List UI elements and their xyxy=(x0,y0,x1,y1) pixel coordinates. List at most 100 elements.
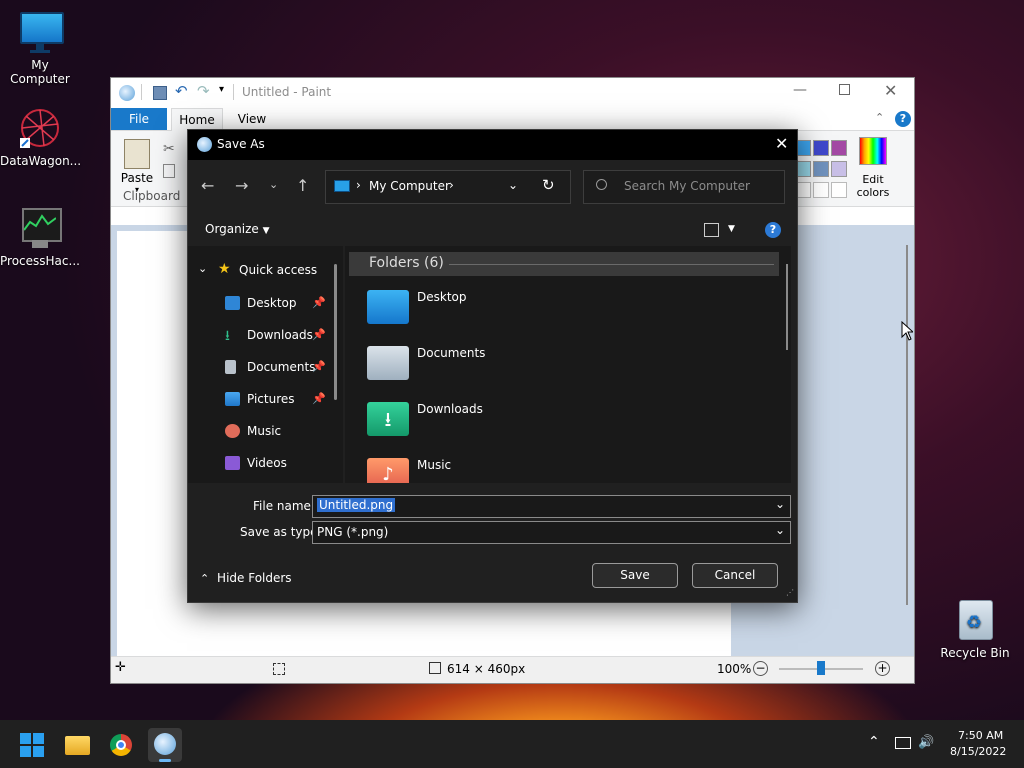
color-swatch[interactable] xyxy=(813,140,829,156)
nav-quick-access[interactable]: ⌄ ★ Quick access xyxy=(188,260,338,282)
tab-view[interactable]: View xyxy=(229,108,275,130)
pin-icon: 📌 xyxy=(312,328,326,341)
save-as-dialog: Save As ✕ ← → ⌄ ↑ › My Computer › ⌄ ↻ Se… xyxy=(187,129,798,603)
mouse-cursor-icon xyxy=(901,321,913,341)
resize-grip-icon[interactable]: ⋰ xyxy=(786,588,794,597)
paint-statusbar: ✛ 614 × 460px 100% − + xyxy=(111,656,914,683)
monitor-icon xyxy=(18,10,64,54)
start-button[interactable] xyxy=(16,728,50,762)
chevron-down-icon[interactable]: ⌄ xyxy=(775,523,785,537)
desktop-icon-datawagon[interactable]: DataWagon... xyxy=(0,106,81,168)
close-button[interactable]: ✕ xyxy=(884,81,897,100)
star-icon: ★ xyxy=(218,261,231,277)
organize-button[interactable]: Organize ▼ xyxy=(205,222,270,236)
nav-item-downloads[interactable]: ⭳ Downloads 📌 xyxy=(188,324,328,348)
save-icon[interactable] xyxy=(153,86,167,100)
nav-item-desktop[interactable]: Desktop 📌 xyxy=(188,292,328,316)
music-folder-icon: ♪ xyxy=(367,458,409,483)
desktop-icon-label: My Computer xyxy=(10,58,70,86)
clock-time[interactable]: 7:50 AM xyxy=(958,729,1003,742)
volume-icon[interactable]: 🔊 xyxy=(918,735,934,750)
minimize-button[interactable]: — xyxy=(793,82,807,98)
cancel-button[interactable]: Cancel xyxy=(692,563,778,588)
zoom-in-button[interactable]: + xyxy=(875,661,890,676)
show-hidden-icons-icon[interactable]: ⌃ xyxy=(868,734,880,750)
refresh-icon[interactable]: ↻ xyxy=(542,176,555,194)
folders-group-header[interactable]: Folders (6) xyxy=(349,252,779,276)
folder-downloads[interactable]: ⭳ Downloads xyxy=(367,402,667,450)
desktop-icon-recycle-bin[interactable]: ♻ Recycle Bin xyxy=(935,598,1015,660)
save-type-select[interactable]: PNG (*.png) ⌄ xyxy=(312,521,791,544)
taskbar-file-explorer[interactable] xyxy=(60,728,94,762)
color-swatch[interactable] xyxy=(813,182,829,198)
dialog-close-button[interactable]: ✕ xyxy=(775,134,788,153)
file-name-value[interactable]: Untitled.png xyxy=(317,498,396,512)
search-box[interactable]: Search My Computer xyxy=(583,170,785,204)
folder-music[interactable]: ♪ Music xyxy=(367,458,667,483)
pin-icon: 📌 xyxy=(312,360,326,373)
nav-scrollbar[interactable] xyxy=(334,264,337,400)
taskbar-chrome[interactable] xyxy=(104,728,138,762)
file-name-label: File name: xyxy=(253,499,315,513)
desktop-icon-processhacker[interactable]: ProcessHac... xyxy=(0,206,80,268)
up-icon[interactable]: ↑ xyxy=(296,176,309,195)
color-swatch[interactable] xyxy=(831,161,847,177)
dialog-title: Save As xyxy=(217,137,265,151)
nav-item-documents[interactable]: Documents 📌 xyxy=(188,356,328,380)
nav-item-music[interactable]: Music xyxy=(188,420,328,444)
content-scrollbar[interactable] xyxy=(786,264,788,350)
nav-item-pictures[interactable]: Pictures 📌 xyxy=(188,388,328,412)
collapse-ribbon-icon[interactable]: ⌃ xyxy=(875,111,884,124)
folder-documents[interactable]: Documents xyxy=(367,346,667,394)
customize-qat-icon[interactable]: ▾ xyxy=(219,84,224,95)
network-icon[interactable] xyxy=(895,737,911,749)
breadcrumb-separator-icon: › xyxy=(449,178,454,192)
recent-locations-icon[interactable]: ⌄ xyxy=(269,178,278,191)
nav-item-videos[interactable]: Videos xyxy=(188,452,328,476)
breadcrumb[interactable]: My Computer xyxy=(369,179,450,193)
breadcrumb-separator-icon: › xyxy=(356,178,361,192)
help-icon[interactable]: ? xyxy=(895,111,911,127)
ribbon-tabs: File Home View ⌃ ? xyxy=(111,108,914,132)
zoom-out-button[interactable]: − xyxy=(753,661,768,676)
paste-button[interactable]: Paste ▾ xyxy=(119,137,155,194)
color-swatch[interactable] xyxy=(831,182,847,198)
color-swatch[interactable] xyxy=(831,140,847,156)
paint-app-icon xyxy=(119,85,135,101)
desktop-folder-icon xyxy=(367,290,409,324)
file-name-field[interactable]: Untitled.png ⌄ xyxy=(312,495,791,518)
color-swatch[interactable] xyxy=(813,161,829,177)
hide-folders-button[interactable]: ⌃ Hide Folders xyxy=(200,571,292,585)
copy-icon[interactable] xyxy=(163,164,175,178)
zoom-slider-thumb[interactable] xyxy=(817,661,825,675)
chevron-down-icon[interactable]: ⌄ xyxy=(198,262,207,275)
desktop-icon-my-computer[interactable]: My Computer xyxy=(0,10,80,86)
save-type-label: Save as type: xyxy=(240,525,322,539)
taskbar-paint[interactable] xyxy=(148,728,182,762)
window-title: Untitled - Paint xyxy=(242,85,332,99)
folder-desktop[interactable]: Desktop xyxy=(367,290,667,338)
paint-app-icon xyxy=(154,733,176,755)
forward-icon[interactable]: → xyxy=(235,176,248,195)
clock-date[interactable]: 8/15/2022 xyxy=(950,745,1006,758)
help-icon[interactable]: ? xyxy=(765,222,781,238)
documents-folder-icon xyxy=(367,346,409,380)
redo-icon[interactable]: ↷ xyxy=(197,82,210,100)
view-dropdown-icon[interactable]: ▼ xyxy=(728,224,735,234)
save-button[interactable]: Save xyxy=(592,563,678,588)
maximize-button[interactable] xyxy=(839,84,850,95)
tab-file[interactable]: File xyxy=(111,108,167,130)
back-icon[interactable]: ← xyxy=(201,176,214,195)
undo-icon[interactable]: ↶ xyxy=(175,82,188,100)
pin-icon: 📌 xyxy=(312,296,326,309)
view-options-icon[interactable] xyxy=(704,223,719,237)
downloads-folder-icon: ⭳ xyxy=(367,402,409,436)
edit-colors-button[interactable]: Edit colors xyxy=(853,137,893,199)
desktop-icon-label: Recycle Bin xyxy=(940,646,1010,660)
search-input[interactable]: Search My Computer xyxy=(624,179,750,193)
chevron-down-icon[interactable]: ⌄ xyxy=(775,497,785,511)
vertical-scrollbar[interactable] xyxy=(906,245,908,605)
address-dropdown-icon[interactable]: ⌄ xyxy=(508,178,518,192)
cut-icon[interactable]: ✂ xyxy=(163,141,175,157)
address-bar[interactable]: › My Computer › ⌄ ↻ xyxy=(325,170,571,204)
